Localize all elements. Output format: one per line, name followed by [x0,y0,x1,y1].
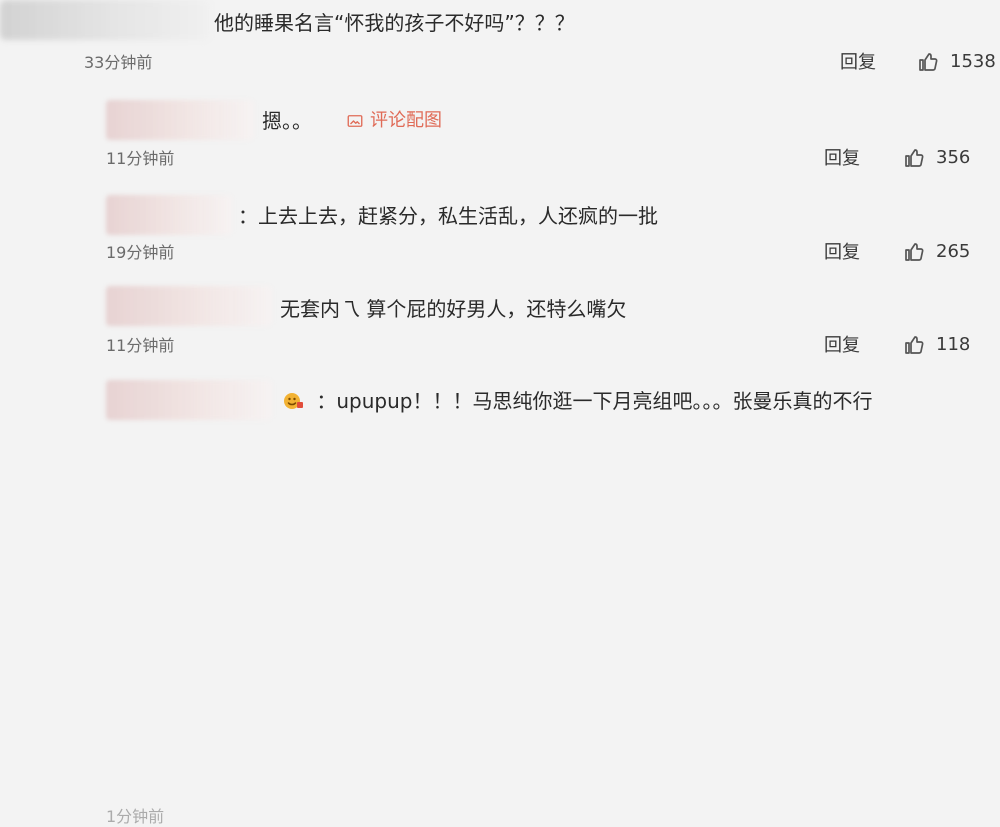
comment-time: 19分钟前 [106,243,175,262]
comment-text: ：上去上去，赶紧分，私生活乱，人还疯的一批 [238,204,658,228]
blurred-username [106,286,272,326]
like-button[interactable]: 265 [902,240,970,264]
blurred-avatar [0,0,210,40]
like-count: 1538 [950,51,996,72]
blurred-username [106,380,272,420]
reply-button[interactable]: 回复 [824,335,860,357]
like-button[interactable]: 1538 [916,50,996,74]
comment-time: 1分钟前 [106,807,165,826]
emoji-icon [284,393,303,409]
comment-text-row: ：upupup！！！马思纯你逛一下月亮组吧。。。张曼乐真的不行 [282,388,872,414]
like-count: 356 [936,147,971,168]
thumb-up-icon [905,149,924,167]
picture-link-label: 评论配图 [370,110,442,131]
comment-text: 无套内乁 算个屁的好男人，还特么嘴欠 [280,297,627,321]
comment-text: 他的睡果名言“怀我的孩子不好吗”？？？ [214,11,575,35]
comment-time: 11分钟前 [106,336,175,355]
thumb-up-icon [905,243,924,261]
like-count: 265 [936,241,971,262]
like-button[interactable]: 356 [902,146,970,170]
comment-time: 11分钟前 [106,149,175,168]
thumb-up-icon [919,53,938,71]
like-count: 118 [936,334,971,355]
comment-text: 摁。。 [262,109,312,133]
reply-button[interactable]: 回复 [824,242,860,264]
blurred-username [106,100,254,140]
like-button[interactable]: 118 [902,333,970,357]
reply-button[interactable]: 回复 [840,52,876,74]
picture-icon [347,115,363,127]
comment-text: ：upupup！！！马思纯你逛一下月亮组吧。。。张曼乐真的不行 [316,389,873,413]
blurred-username [106,195,232,235]
comment-time: 33分钟前 [84,53,153,72]
reply-button[interactable]: 回复 [824,148,860,170]
comment-picture-link[interactable]: 评论配图 [346,110,442,132]
thumb-up-icon [905,336,924,354]
